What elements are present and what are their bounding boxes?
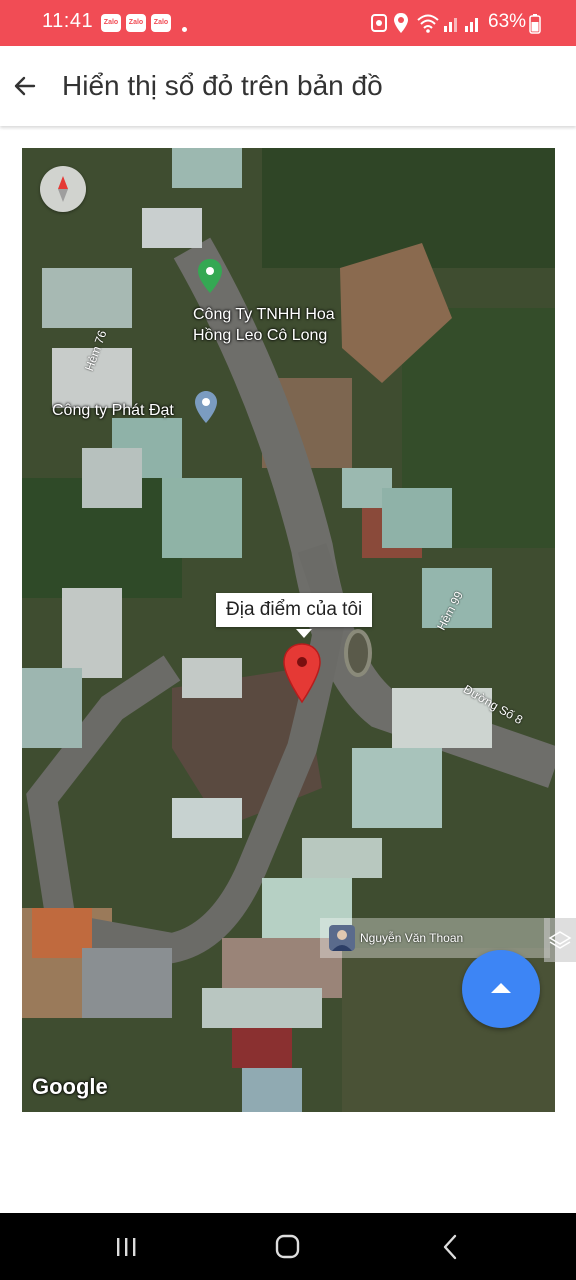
info-window-tail <box>296 629 312 638</box>
poi-pin-icon[interactable] <box>194 390 218 424</box>
person-icon <box>332 930 352 951</box>
avatar <box>329 925 355 951</box>
zalo-notification-icon: Zalo <box>151 14 171 32</box>
layers-icon <box>548 931 572 949</box>
zalo-notification-icon: Zalo <box>126 14 146 32</box>
poi-name-line: Công Ty TNHH Hoa <box>193 306 335 323</box>
poi-label-hoa-hong-leo[interactable]: Công Ty TNHH Hoa Hồng Leo Cô Long <box>193 304 335 346</box>
home-icon <box>275 1234 300 1259</box>
arrow-back-icon <box>14 76 36 96</box>
wifi-icon <box>417 14 439 33</box>
recent-apps-icon <box>117 1238 136 1256</box>
signal-icon <box>444 18 457 32</box>
compass-icon <box>58 176 68 202</box>
layers-button[interactable] <box>544 918 576 962</box>
back-nav-button[interactable] <box>420 1227 480 1267</box>
more-notifications-dot-icon <box>182 27 187 32</box>
poi-name-line: Hồng Leo Cô Long <box>193 327 328 344</box>
compass-button[interactable] <box>40 166 86 212</box>
user-name: Nguyễn Văn Thoan <box>360 931 464 945</box>
chevron-left-icon <box>443 1234 457 1260</box>
expand-up-fab-button[interactable] <box>462 950 540 1028</box>
battery-icon <box>529 14 541 34</box>
page-title: Hiển thị sổ đỏ trên bản đồ <box>62 70 383 101</box>
home-button[interactable] <box>258 1227 318 1267</box>
location-icon <box>394 13 408 33</box>
recent-apps-button[interactable] <box>96 1227 156 1267</box>
arrow-up-icon <box>491 983 511 993</box>
zalo-notification-icon: Zalo <box>101 14 121 32</box>
app-bar: Hiển thị sổ đỏ trên bản đồ <box>0 46 576 126</box>
poi-pin-icon[interactable] <box>197 258 223 294</box>
marker-info-window[interactable]: Địa điểm của tôi <box>216 593 373 627</box>
system-nav-bar <box>0 1213 576 1280</box>
back-button[interactable] <box>8 66 48 106</box>
location-marker-icon[interactable] <box>282 642 322 704</box>
signal-icon-2 <box>465 18 478 32</box>
status-bar: 11:41 Zalo Zalo Zalo 63% <box>0 0 576 46</box>
poi-label-phat-dat[interactable]: Công ty Phát Đạt <box>52 400 174 421</box>
status-time: 11:41 <box>42 10 94 32</box>
battery-percent: 63% <box>488 11 527 32</box>
google-attribution: Google <box>32 1074 108 1099</box>
vpn-icon <box>371 14 387 32</box>
